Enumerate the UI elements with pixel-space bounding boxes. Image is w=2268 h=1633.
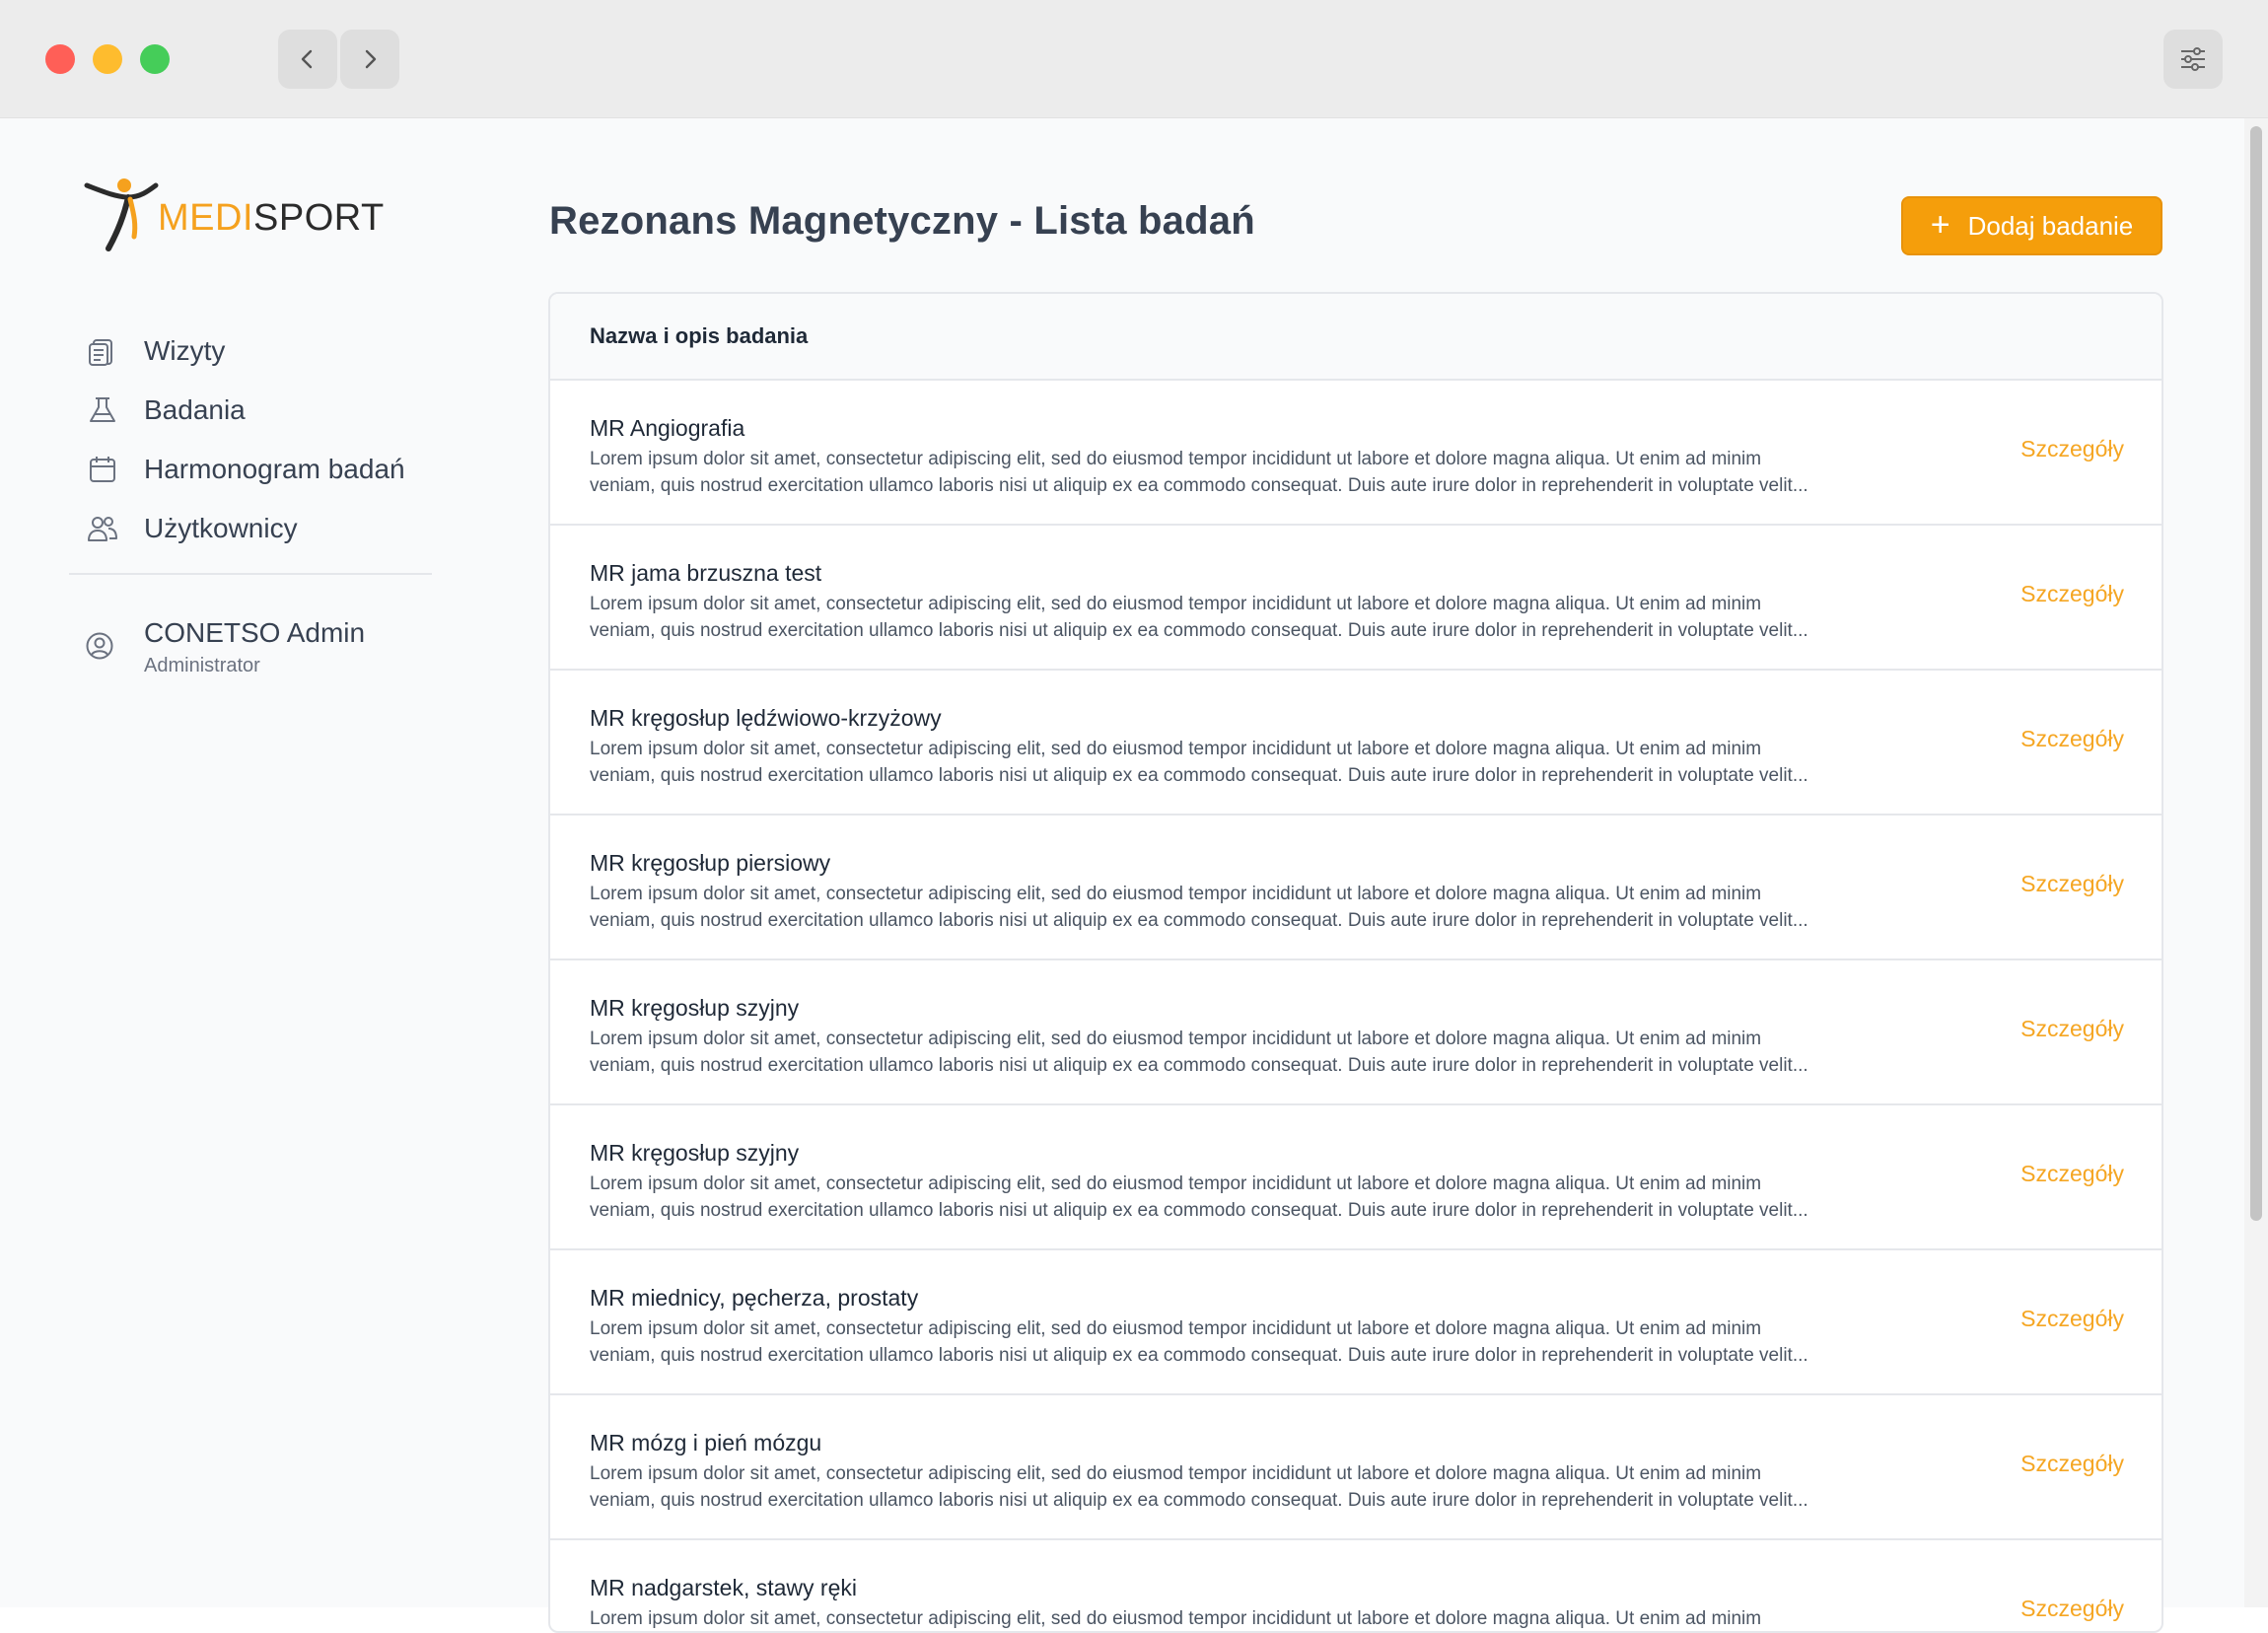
logo[interactable]: MEDISPORT bbox=[83, 176, 385, 254]
exam-description: Lorem ipsum dolor sit amet, consectetur … bbox=[590, 1171, 1990, 1224]
exam-name: MR Angiografia bbox=[590, 415, 745, 441]
table-row: MR nadgarstek, stawy ręki Lorem ipsum dol… bbox=[550, 1540, 2162, 1631]
table-row: MR Angiografia Lorem ipsum dolor sit amet… bbox=[550, 381, 2162, 526]
exam-name: MR mózg i pień mózgu bbox=[590, 1430, 822, 1456]
chevron-left-icon bbox=[301, 49, 313, 69]
details-link[interactable]: Szczegóły bbox=[2020, 1161, 2124, 1187]
details-link[interactable]: Szczegóły bbox=[2020, 726, 2124, 752]
exam-name: MR miednicy, pęcherza, prostaty bbox=[590, 1285, 919, 1311]
close-window-button[interactable] bbox=[45, 44, 75, 74]
sidebar-item-badania[interactable]: Badania bbox=[85, 381, 440, 440]
exam-description: Lorem ipsum dolor sit amet, consectetur … bbox=[590, 1315, 1990, 1369]
details-link[interactable]: Szczegóły bbox=[2020, 1596, 2124, 1622]
calendar-icon bbox=[85, 452, 120, 487]
exam-name: MR kręgosłup szyjny bbox=[590, 1140, 800, 1166]
exam-description: Lorem ipsum dolor sit amet, consectetur … bbox=[590, 1460, 1990, 1514]
logo-text-medi: MEDI bbox=[158, 196, 253, 239]
sidebar-item-label: Harmonogram badań bbox=[144, 454, 405, 484]
logo-figure-icon bbox=[84, 178, 159, 251]
exam-description-line: veniam, quis nostrud exercitation ullamc… bbox=[590, 1200, 1808, 1221]
exam-description: Lorem ipsum dolor sit amet, consectetur … bbox=[590, 881, 1990, 934]
table-row: MR kręgosłup szyjny Lorem ipsum dolor sit… bbox=[550, 1105, 2162, 1250]
minimize-window-button[interactable] bbox=[93, 44, 122, 74]
exam-table: Nazwa i opis badania MR Angiografia Lorem… bbox=[548, 292, 2163, 1633]
exam-description-line: veniam, quis nostrud exercitation ullamc… bbox=[590, 765, 1808, 786]
sidebar-divider bbox=[69, 573, 432, 575]
details-link[interactable]: Szczegóły bbox=[2020, 1306, 2124, 1332]
plus-icon: + bbox=[1930, 205, 1950, 244]
exam-description: Lorem ipsum dolor sit amet, consectetur … bbox=[590, 1605, 1990, 1631]
details-link[interactable]: Szczegóły bbox=[2020, 871, 2124, 897]
details-link[interactable]: Szczegóły bbox=[2020, 581, 2124, 607]
table-row: MR kręgosłup piersiowy Lorem ipsum dolor … bbox=[550, 816, 2162, 960]
exam-description-line: veniam, quis nostrud exercitation ullamc… bbox=[590, 1490, 1808, 1511]
exam-description-line: Lorem ipsum dolor sit amet, consectetur … bbox=[590, 1608, 1762, 1629]
sidebar-item-wizyty[interactable]: Wizyty bbox=[85, 321, 440, 381]
sidebar-item-harmonogram[interactable]: Harmonogram badań bbox=[85, 440, 440, 499]
user-circle-icon bbox=[85, 631, 120, 667]
sidebar-item-label: Wizyty bbox=[144, 335, 226, 366]
exam-name: MR kręgosłup szyjny bbox=[590, 995, 800, 1021]
exam-description-line: veniam, quis nostrud exercitation ullamc… bbox=[590, 475, 1808, 496]
exam-name: MR jama brzuszna test bbox=[590, 560, 822, 586]
add-exam-button-label: Dodaj badanie bbox=[1967, 210, 2134, 241]
exam-description-line: veniam, quis nostrud exercitation ullamc… bbox=[590, 1055, 1808, 1076]
exam-description-line: Lorem ipsum dolor sit amet, consectetur … bbox=[590, 884, 1762, 904]
sidebar-nav: Wizyty Badania Harmonogram badań Użytkow… bbox=[85, 321, 440, 558]
sidebar-item-uzytkownicy[interactable]: Użytkownicy bbox=[85, 499, 440, 558]
exam-description: Lorem ipsum dolor sit amet, consectetur … bbox=[590, 446, 1990, 499]
logo-text-sport: SPORT bbox=[253, 196, 385, 239]
table-row: MR jama brzuszna test Lorem ipsum dolor s… bbox=[550, 526, 2162, 671]
exam-name: MR kręgosłup piersiowy bbox=[590, 850, 831, 876]
exam-description-line: veniam, quis nostrud exercitation ullamc… bbox=[590, 620, 1808, 641]
back-button[interactable] bbox=[278, 30, 337, 89]
sidebar-item-label: Użytkownicy bbox=[144, 513, 298, 543]
exam-name: MR nadgarstek, stawy ręki bbox=[590, 1575, 857, 1600]
exam-description-line: Lorem ipsum dolor sit amet, consectetur … bbox=[590, 449, 1762, 469]
table-header: Nazwa i opis badania bbox=[550, 294, 2162, 381]
exam-name: MR kręgosłup lędźwiowo-krzyżowy bbox=[590, 705, 942, 731]
user-profile[interactable]: CONETSO Admin Administrator bbox=[85, 613, 365, 677]
exam-description: Lorem ipsum dolor sit amet, consectetur … bbox=[590, 1026, 1990, 1079]
exam-description-line: Lorem ipsum dolor sit amet, consectetur … bbox=[590, 1173, 1762, 1194]
sidebar-item-label: Badania bbox=[144, 394, 246, 425]
table-row: MR mózg i pień mózgu Lorem ipsum dolor si… bbox=[550, 1395, 2162, 1540]
sliders-icon bbox=[2181, 47, 2205, 71]
logo-text: MEDISPORT bbox=[158, 197, 385, 240]
exam-description: Lorem ipsum dolor sit amet, consectetur … bbox=[590, 736, 1990, 789]
exam-description-line: Lorem ipsum dolor sit amet, consectetur … bbox=[590, 1029, 1762, 1049]
users-icon bbox=[85, 511, 120, 546]
exam-description-line: Lorem ipsum dolor sit amet, consectetur … bbox=[590, 1318, 1762, 1339]
settings-button[interactable] bbox=[2163, 30, 2223, 89]
table-body: MR Angiografia Lorem ipsum dolor sit amet… bbox=[550, 381, 2162, 1631]
user-name: CONETSO Admin bbox=[144, 617, 366, 648]
exam-description-line: veniam, quis nostrud exercitation ullamc… bbox=[590, 910, 1808, 931]
details-link[interactable]: Szczegóły bbox=[2020, 1451, 2124, 1477]
exam-description-line: Lorem ipsum dolor sit amet, consectetur … bbox=[590, 739, 1762, 759]
table-row: MR kręgosłup szyjny Lorem ipsum dolor sit… bbox=[550, 960, 2162, 1105]
user-role: Administrator bbox=[144, 655, 260, 676]
details-link[interactable]: Szczegóły bbox=[2020, 436, 2124, 462]
clipboard-icon bbox=[85, 333, 120, 369]
user-info: CONETSO Admin Administrator bbox=[144, 613, 365, 677]
flask-icon bbox=[85, 392, 120, 428]
scrollbar-thumb[interactable] bbox=[2250, 126, 2262, 1221]
table-row: MR kręgosłup lędźwiowo-krzyżowy Lorem ips… bbox=[550, 671, 2162, 816]
exam-description-line: veniam, quis nostrud exercitation ullamc… bbox=[590, 1345, 1808, 1366]
exam-description-line: Lorem ipsum dolor sit amet, consectetur … bbox=[590, 1463, 1762, 1484]
maximize-window-button[interactable] bbox=[140, 44, 170, 74]
table-row: MR miednicy, pęcherza, prostaty Lorem ips… bbox=[550, 1250, 2162, 1395]
scrollbar[interactable] bbox=[2244, 118, 2268, 1607]
exam-description-line: Lorem ipsum dolor sit amet, consectetur … bbox=[590, 594, 1762, 614]
page-title: Rezonans Magnetyczny - Lista badań bbox=[549, 199, 1255, 243]
chevron-right-icon bbox=[365, 49, 377, 69]
exam-description: Lorem ipsum dolor sit amet, consectetur … bbox=[590, 591, 1990, 644]
forward-button[interactable] bbox=[340, 30, 399, 89]
app-window: MEDISPORT Wizyty Badania Harmonogram bad… bbox=[0, 0, 2268, 1633]
details-link[interactable]: Szczegóły bbox=[2020, 1016, 2124, 1042]
add-exam-button[interactable]: + Dodaj badanie bbox=[1901, 196, 2162, 255]
title-bar bbox=[0, 0, 2268, 118]
